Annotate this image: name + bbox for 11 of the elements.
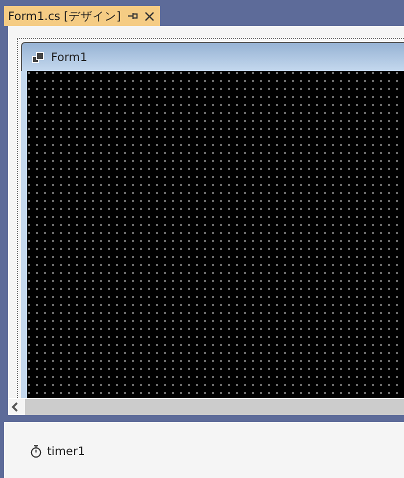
horizontal-scrollbar[interactable] xyxy=(8,398,404,415)
form-window[interactable]: Form1 xyxy=(17,38,404,398)
component-name[interactable]: timer1 xyxy=(47,444,86,458)
document-tab[interactable]: Form1.cs [デザイン] xyxy=(4,6,160,26)
stopwatch-icon xyxy=(30,444,42,458)
form-title: Form1 xyxy=(51,50,88,64)
scroll-left-icon[interactable] xyxy=(11,402,19,412)
pin-icon[interactable] xyxy=(128,12,138,20)
close-icon[interactable] xyxy=(144,12,154,20)
tab-title: Form1.cs [デザイン] xyxy=(8,8,121,24)
form-icon xyxy=(32,52,44,62)
